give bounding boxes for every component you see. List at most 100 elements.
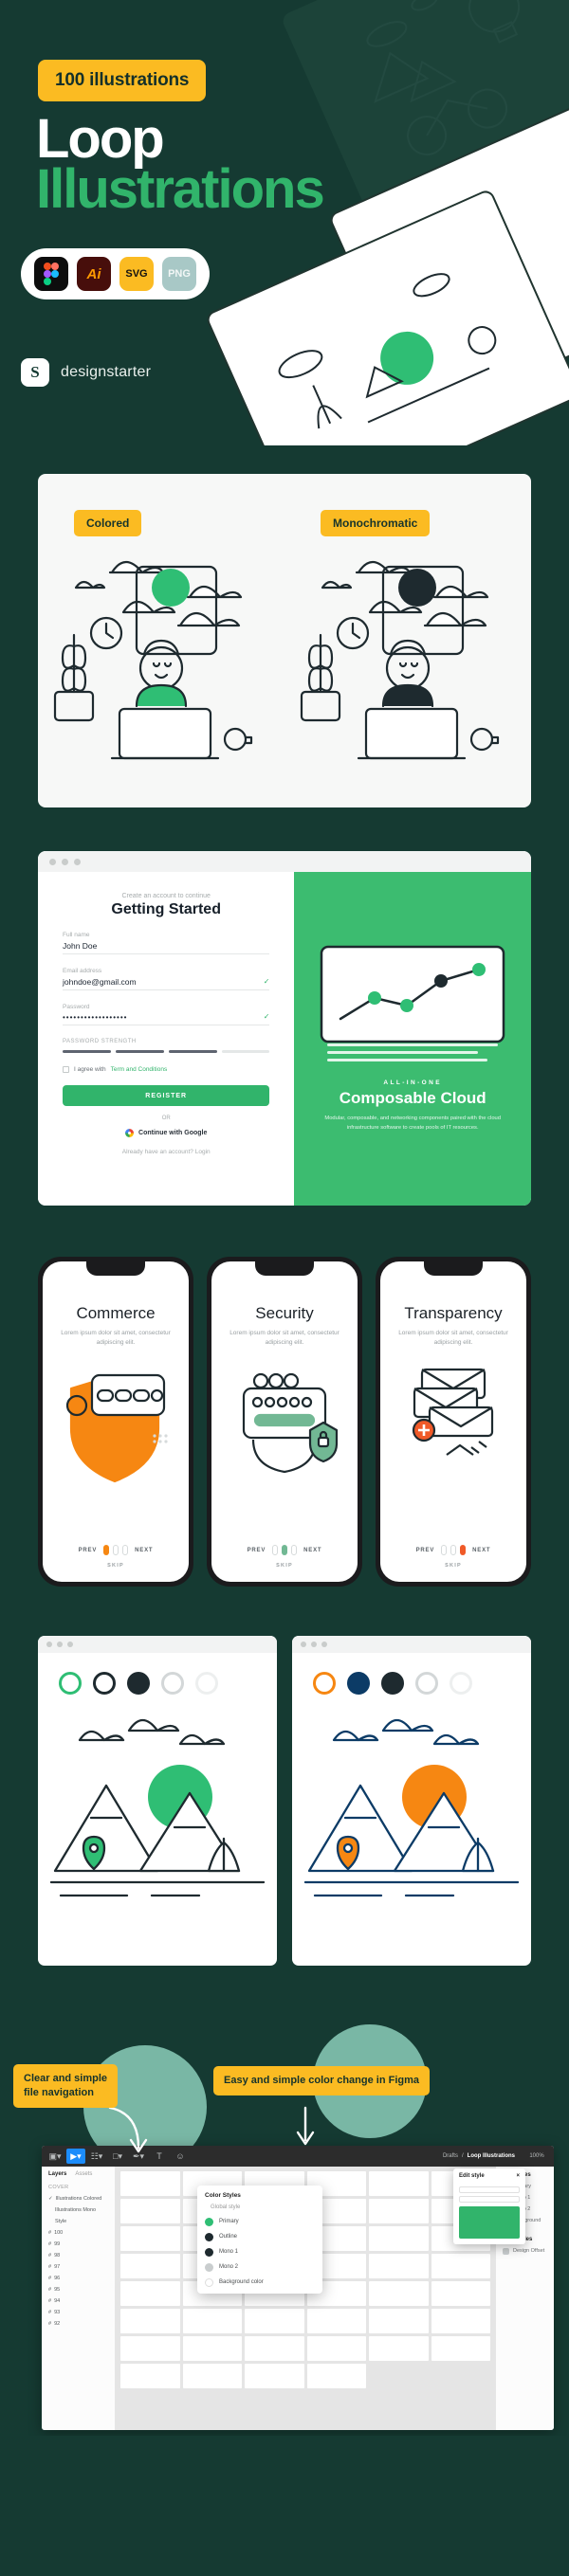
layer-frame[interactable]: #95 (42, 2284, 115, 2295)
thumbnail[interactable] (120, 2281, 180, 2306)
login-link[interactable]: Already have an account? Login (63, 1149, 269, 1155)
prev-button[interactable]: PREV (248, 1548, 266, 1553)
layer-frame[interactable]: #98 (42, 2250, 115, 2261)
pager-dot[interactable] (441, 1545, 448, 1555)
layer-frame[interactable]: #94 (42, 2295, 115, 2307)
tab-layers[interactable]: Layers (48, 2171, 66, 2177)
layer-frame[interactable]: #96 (42, 2273, 115, 2284)
swatch-outline[interactable] (347, 1672, 370, 1695)
thumbnail[interactable] (120, 2171, 180, 2196)
thumbnail[interactable] (182, 2309, 242, 2333)
thumbnail[interactable] (306, 2364, 366, 2388)
pager-dot[interactable] (291, 1545, 298, 1555)
swatch-mono-1[interactable] (381, 1672, 404, 1695)
thumbnail[interactable] (306, 2336, 366, 2361)
thumbnail[interactable] (369, 2226, 429, 2251)
comment-icon[interactable]: ☺ (171, 2149, 190, 2164)
tab-assets[interactable]: Assets (75, 2171, 92, 2177)
swatch-mono-1[interactable] (127, 1672, 150, 1695)
thumbnail[interactable] (369, 2254, 429, 2278)
color-style-background[interactable]: Background color (197, 2275, 322, 2294)
swatch-primary[interactable] (59, 1672, 82, 1695)
swatch-background[interactable] (450, 1672, 472, 1695)
color-style-mono-1[interactable]: Mono 1 (197, 2244, 322, 2259)
format-badge-svg[interactable]: SVG (119, 257, 154, 291)
swatch-mono-2[interactable] (161, 1672, 184, 1695)
thumbnail[interactable] (306, 2309, 366, 2333)
layer-frame[interactable]: #97 (42, 2261, 115, 2273)
terms-link[interactable]: Term and Conditions (111, 1066, 168, 1073)
edit-style-color-preview[interactable] (459, 2206, 520, 2239)
window-close-dot[interactable] (46, 1642, 52, 1647)
thumbnail[interactable] (120, 2226, 180, 2251)
edit-style-description-input[interactable] (459, 2196, 520, 2203)
window-close-dot[interactable] (301, 1642, 306, 1647)
skip-button[interactable]: SKIP (276, 1563, 293, 1569)
zoom-level[interactable]: 100% (523, 2149, 550, 2164)
pager-dot[interactable] (450, 1545, 457, 1555)
layer-frame[interactable]: #92 (42, 2318, 115, 2330)
pager-dot[interactable] (272, 1545, 279, 1555)
breadcrumb-drafts[interactable]: Drafts (443, 2153, 458, 2159)
color-style-outline[interactable]: Outline (197, 2229, 322, 2244)
skip-button[interactable]: SKIP (107, 1563, 124, 1569)
window-maximize-dot[interactable] (74, 858, 81, 865)
color-style-primary[interactable]: Primary (197, 2214, 322, 2229)
edit-style-name-input[interactable] (459, 2186, 520, 2193)
frame-tool-icon[interactable]: ☷▾ (87, 2149, 106, 2164)
thumbnail[interactable] (369, 2309, 429, 2333)
pager-dot-active[interactable] (282, 1545, 288, 1555)
skip-button[interactable]: SKIP (445, 1563, 462, 1569)
thumbnail[interactable] (120, 2199, 180, 2223)
next-button[interactable]: NEXT (472, 1548, 490, 1553)
layer-style[interactable]: Style (42, 2216, 115, 2227)
thumbnail[interactable] (431, 2281, 490, 2306)
pager-dot[interactable] (122, 1545, 129, 1555)
format-badge-ai[interactable]: Ai (77, 257, 111, 291)
thumbnail[interactable] (369, 2199, 429, 2223)
layer-illustrations-colored[interactable]: ✓ Illustrations Colored (42, 2193, 115, 2204)
close-icon[interactable]: × (516, 2173, 520, 2179)
thumbnail[interactable] (120, 2254, 180, 2278)
next-button[interactable]: NEXT (303, 1548, 321, 1553)
thumbnail[interactable] (120, 2364, 180, 2388)
thumbnail[interactable] (245, 2336, 304, 2361)
register-button[interactable]: REGISTER (63, 1085, 270, 1106)
color-style-mono-2[interactable]: Mono 2 (197, 2259, 322, 2275)
layer-frame[interactable]: #99 (42, 2239, 115, 2250)
thumbnail[interactable] (431, 2336, 490, 2361)
thumbnail[interactable] (120, 2336, 180, 2361)
continue-with-google-button[interactable]: Continue with Google (63, 1129, 269, 1137)
next-button[interactable]: NEXT (135, 1548, 153, 1553)
field-password[interactable]: Password •••••••••••••••••• ✓ (63, 1004, 270, 1025)
property-row[interactable]: Design Offset (496, 2245, 554, 2257)
thumbnail[interactable] (120, 2309, 180, 2333)
color-styles-group[interactable]: Global style (197, 2203, 322, 2214)
window-minimize-dot[interactable] (57, 1642, 63, 1647)
field-email[interactable]: Email address johndoe@gmail.com ✓ (63, 968, 270, 990)
layer-frame[interactable]: #100 (42, 2227, 115, 2239)
thumbnail[interactable] (182, 2364, 242, 2388)
swatch-background[interactable] (195, 1672, 218, 1695)
format-badge-figma[interactable] (34, 257, 68, 291)
terms-checkbox[interactable] (63, 1066, 69, 1073)
move-tool-icon[interactable]: ▶▾ (66, 2149, 85, 2164)
terms-agreement[interactable]: I agree with Term and Conditions (63, 1066, 269, 1073)
pager-dot[interactable] (113, 1545, 119, 1555)
swatch-primary[interactable] (313, 1672, 336, 1695)
swatch-outline[interactable] (93, 1672, 116, 1695)
thumbnail[interactable] (182, 2336, 242, 2361)
components-icon[interactable]: ▣▾ (46, 2149, 64, 2164)
thumbnail[interactable] (369, 2281, 429, 2306)
thumbnail[interactable] (369, 2171, 429, 2196)
window-maximize-dot[interactable] (321, 1642, 327, 1647)
layer-group-cover[interactable]: COVER (42, 2182, 115, 2193)
swatch-mono-2[interactable] (415, 1672, 438, 1695)
window-minimize-dot[interactable] (311, 1642, 317, 1647)
prev-button[interactable]: PREV (416, 1548, 435, 1553)
window-close-dot[interactable] (49, 858, 56, 865)
thumbnail[interactable] (369, 2336, 429, 2361)
thumbnail[interactable] (431, 2254, 490, 2278)
thumbnail[interactable] (245, 2309, 304, 2333)
pager-dot-active[interactable] (103, 1545, 110, 1555)
